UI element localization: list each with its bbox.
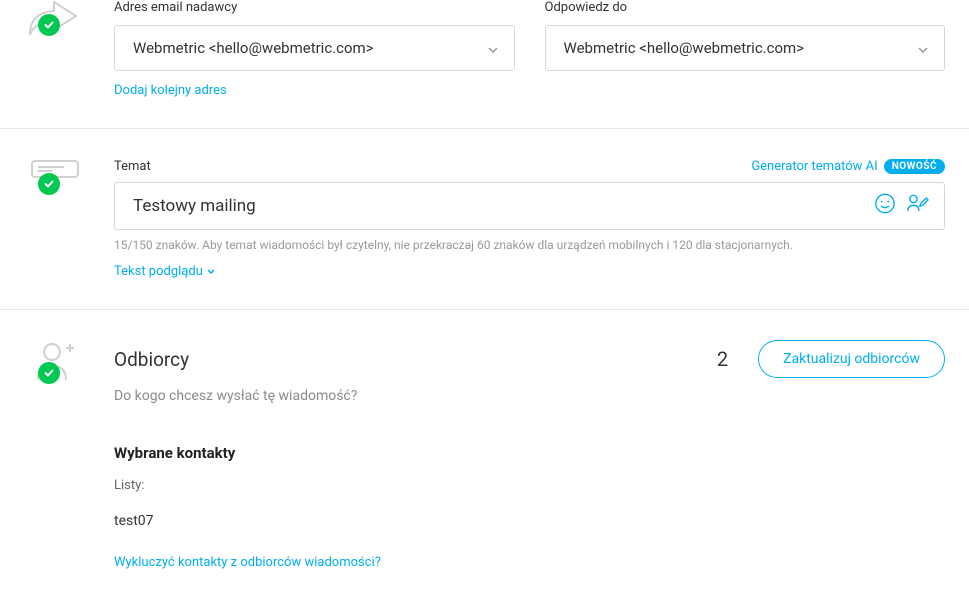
- chevron-down-icon: [918, 39, 928, 57]
- subject-hint: 15/150 znaków. Aby temat wiadomości był …: [114, 238, 945, 252]
- ai-generator-link[interactable]: Generator tematów AI: [751, 159, 877, 174]
- add-address-link[interactable]: Dodaj kolejny adres: [114, 83, 227, 98]
- subject-input-wrap: [114, 182, 945, 230]
- list-name: test07: [114, 513, 945, 529]
- exclude-contacts-link[interactable]: Wykluczyć kontakty z odbiorców wiadomośc…: [114, 555, 381, 570]
- subject-section: Temat Generator tematów AI NOWOŚĆ 15/150…: [0, 129, 969, 310]
- subject-content: Temat Generator tematów AI NOWOŚĆ 15/150…: [114, 159, 945, 279]
- subject-icon-col: [24, 159, 114, 279]
- sender-select[interactable]: Webmetric <hello@webmetric.com>: [114, 25, 515, 71]
- sender-content: Adres email nadawcy Webmetric <hello@web…: [114, 0, 945, 98]
- sender-value: Webmetric <hello@webmetric.com>: [133, 39, 374, 57]
- lists-label: Listy:: [114, 478, 945, 493]
- selected-contacts-label: Wybrane kontakty: [114, 444, 945, 462]
- check-icon: [38, 362, 60, 384]
- subject-label: Temat: [114, 159, 151, 174]
- recipients-content: Odbiorcy 2 Zaktualizuj odbiorców Do kogo…: [114, 340, 945, 570]
- new-badge: NOWOŚĆ: [884, 159, 945, 174]
- sender-icon-col: [24, 0, 114, 98]
- update-recipients-button[interactable]: Zaktualizuj odbiorców: [758, 340, 945, 378]
- reply-to-value: Webmetric <hello@webmetric.com>: [564, 39, 805, 57]
- reply-to-field: Odpowiedz do Webmetric <hello@webmetric.…: [545, 0, 946, 98]
- chevron-down-icon: [488, 39, 498, 57]
- sender-section: Adres email nadawcy Webmetric <hello@web…: [0, 0, 969, 129]
- reply-to-select[interactable]: Webmetric <hello@webmetric.com>: [545, 25, 946, 71]
- recipients-heading: Odbiorcy: [114, 348, 189, 371]
- ai-generator-group: Generator tematów AI NOWOŚĆ: [751, 159, 945, 174]
- subject-input[interactable]: [133, 196, 854, 216]
- recipients-icon-col: [24, 340, 114, 570]
- personalize-icon[interactable]: [906, 193, 930, 220]
- sender-field: Adres email nadawcy Webmetric <hello@web…: [114, 0, 515, 98]
- sender-label: Adres email nadawcy: [114, 0, 515, 15]
- add-person-icon: [24, 340, 80, 396]
- caret-down-icon: [207, 269, 215, 274]
- emoji-icon[interactable]: [874, 193, 896, 220]
- check-icon: [38, 173, 60, 195]
- preview-text-label: Tekst podglądu: [114, 264, 203, 279]
- recipients-count: 2: [717, 347, 728, 371]
- recipients-section: Odbiorcy 2 Zaktualizuj odbiorców Do kogo…: [0, 310, 969, 600]
- check-icon: [38, 14, 60, 36]
- share-arrow-icon: [24, 0, 80, 56]
- preview-text-link[interactable]: Tekst podglądu: [114, 264, 215, 279]
- reply-to-label: Odpowiedz do: [545, 0, 946, 15]
- recipients-subheading: Do kogo chcesz wysłać tę wiadomość?: [114, 388, 945, 404]
- text-field-icon: [24, 159, 80, 215]
